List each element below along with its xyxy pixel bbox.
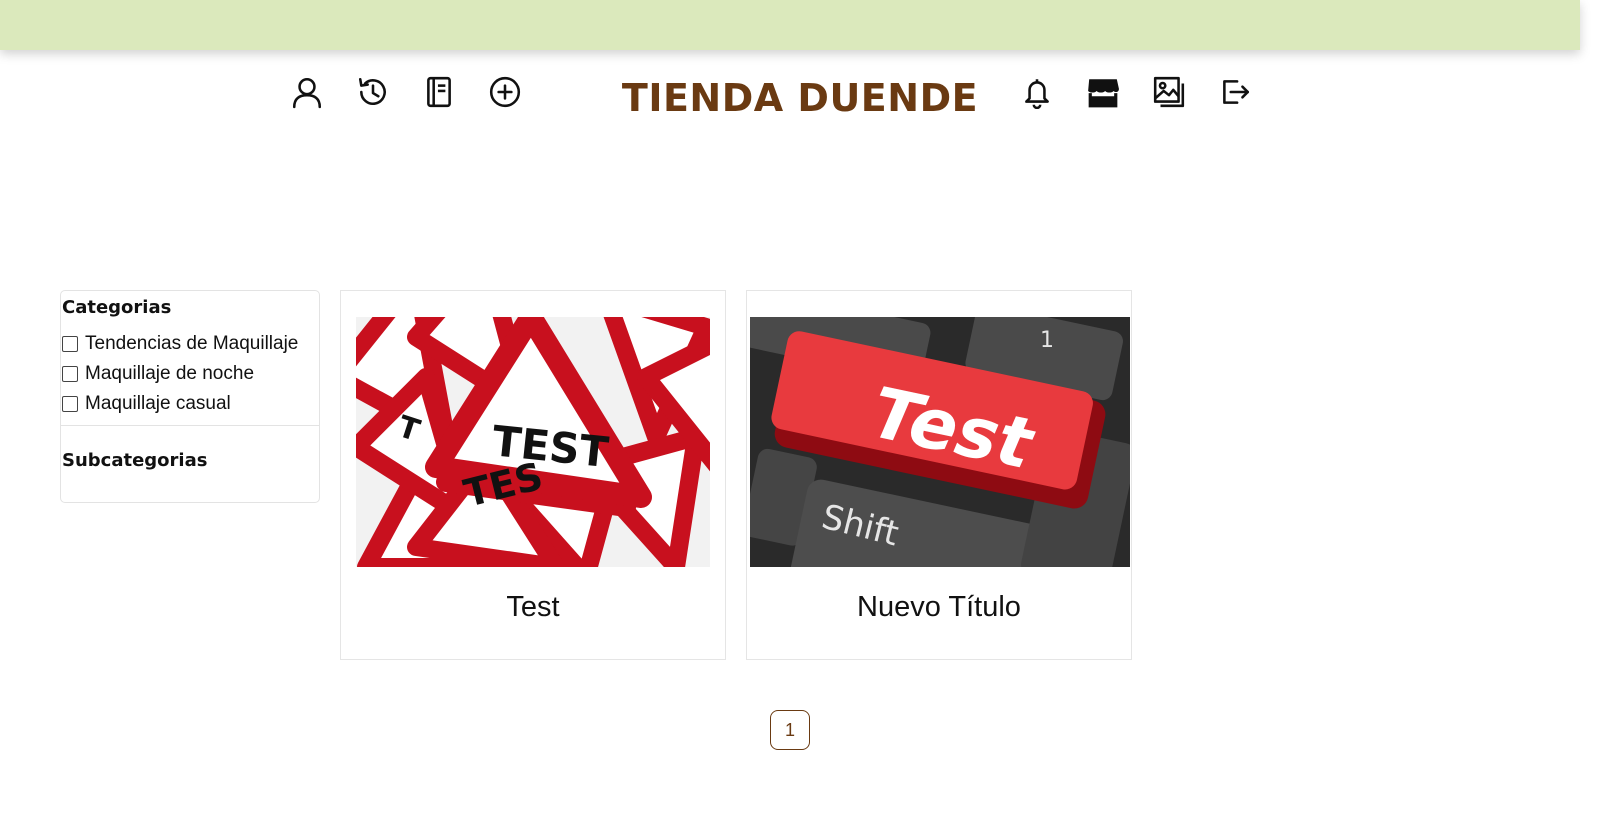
svg-text:1: 1	[1040, 328, 1054, 353]
category-filter-item[interactable]: Tendencias de Maquillaje	[61, 329, 319, 359]
categories-title: Categorias	[62, 297, 172, 318]
logout-icon[interactable]	[1217, 74, 1253, 110]
category-checkbox[interactable]	[62, 366, 78, 382]
subcategories-title: Subcategorias	[62, 450, 208, 471]
category-filter-item[interactable]: Maquillaje casual	[61, 389, 319, 419]
post-card[interactable]: 1 Test Shift Nuevo Título	[746, 290, 1132, 660]
post-card[interactable]: T TES TEST Test	[340, 290, 726, 660]
filters-panel: Categorias Tendencias de Maquillaje Maqu…	[60, 290, 320, 503]
category-filter-item[interactable]: Maquillaje de noche	[61, 359, 319, 389]
category-checkbox[interactable]	[62, 336, 78, 352]
pagination-page-button[interactable]: 1	[770, 710, 810, 750]
main-navbar: TIENDA DUENDE	[0, 70, 1600, 120]
test-warning-signs-image: T TES TEST	[356, 317, 710, 567]
category-checkbox[interactable]	[62, 396, 78, 412]
card-title[interactable]: Test	[341, 591, 725, 624]
test-keyboard-key-image: 1 Test Shift	[750, 317, 1130, 567]
category-label: Tendencias de Maquillaje	[85, 333, 299, 354]
store-icon[interactable]	[1085, 74, 1121, 110]
bell-icon[interactable]	[1019, 74, 1055, 110]
add-circle-icon[interactable]	[487, 74, 523, 110]
store-brand-title: TIENDA DUENDE	[621, 76, 979, 120]
category-label: Maquillaje casual	[85, 393, 231, 414]
card-title[interactable]: Nuevo Título	[747, 591, 1131, 624]
user-icon[interactable]	[289, 74, 325, 110]
history-icon[interactable]	[355, 74, 391, 110]
top-banner	[0, 0, 1580, 50]
category-label: Maquillaje de noche	[85, 363, 255, 384]
notebook-icon[interactable]	[421, 74, 457, 110]
images-icon[interactable]	[1151, 74, 1187, 110]
